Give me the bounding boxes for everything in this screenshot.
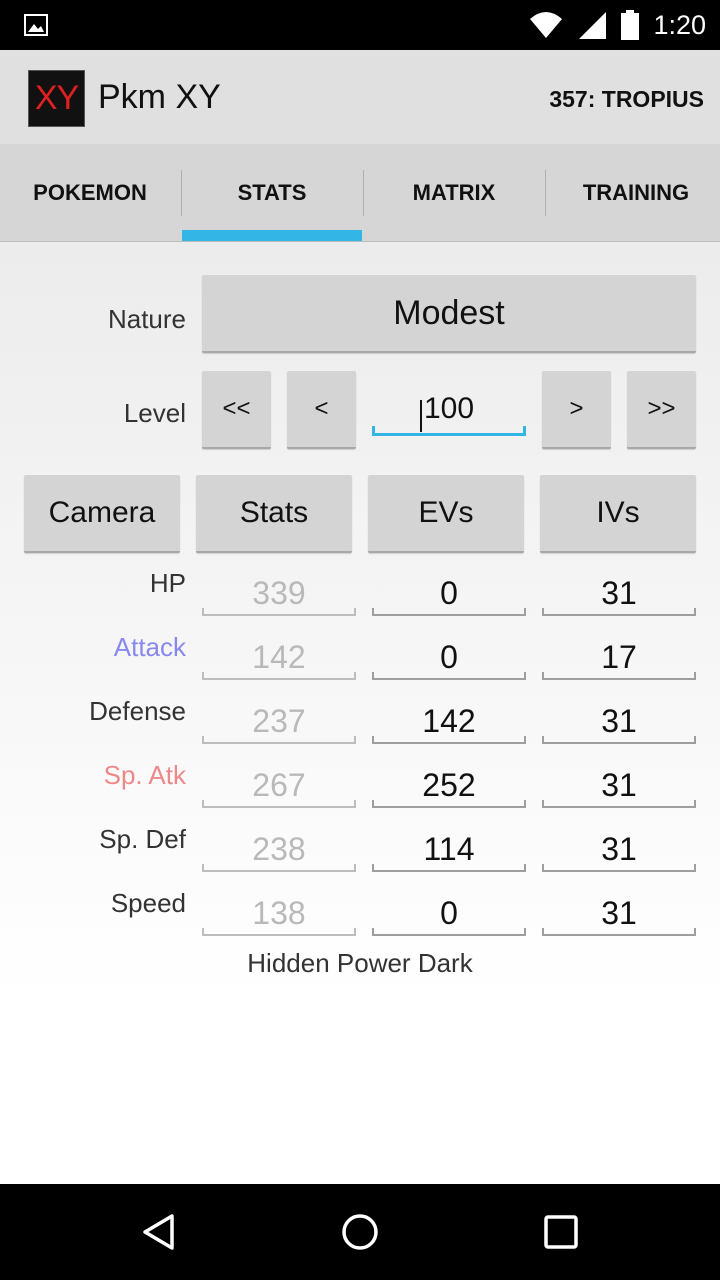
iv-input[interactable]: 31 bbox=[542, 568, 696, 616]
image-icon bbox=[24, 14, 48, 36]
level-min-button[interactable]: << bbox=[202, 371, 271, 449]
battery-icon bbox=[621, 10, 640, 40]
stat-value: 267 bbox=[202, 760, 356, 808]
stats-panel: Nature Modest Level << < 100 > >> Camera… bbox=[0, 242, 720, 1184]
stat-value: 138 bbox=[202, 888, 356, 936]
ev-input[interactable]: 0 bbox=[372, 632, 526, 680]
level-input[interactable]: 100 bbox=[372, 392, 526, 436]
level-increase-button[interactable]: > bbox=[542, 371, 611, 449]
ev-input[interactable]: 142 bbox=[372, 696, 526, 744]
hidden-power-text: Hidden Power Dark bbox=[247, 948, 473, 978]
status-bar: 1:20 bbox=[0, 0, 720, 50]
recents-icon[interactable] bbox=[541, 1212, 581, 1252]
stat-value: 238 bbox=[202, 824, 356, 872]
iv-input[interactable]: 31 bbox=[542, 760, 696, 808]
stats-button[interactable]: Stats bbox=[196, 475, 352, 553]
nature-button[interactable]: Modest bbox=[202, 275, 696, 353]
tab-bar: POKEMON STATS MATRIX TRAINING bbox=[0, 144, 720, 242]
stat-label: Speed bbox=[110, 888, 186, 918]
ev-input[interactable]: 252 bbox=[372, 760, 526, 808]
ev-input[interactable]: 0 bbox=[372, 568, 526, 616]
tab-selected-indicator bbox=[182, 230, 362, 241]
level-decrease-button[interactable]: < bbox=[287, 371, 356, 449]
stat-value: 142 bbox=[202, 632, 356, 680]
action-bar: XY Pkm XY 357: TROPIUS bbox=[0, 50, 720, 144]
text-caret bbox=[420, 400, 422, 432]
signal-icon bbox=[579, 12, 607, 39]
nature-label: Nature bbox=[107, 304, 186, 334]
iv-input[interactable]: 31 bbox=[542, 888, 696, 936]
navigation-bar bbox=[0, 1184, 720, 1280]
stat-value: 237 bbox=[202, 696, 356, 744]
iv-input[interactable]: 31 bbox=[542, 696, 696, 744]
ivs-button[interactable]: IVs bbox=[540, 475, 696, 553]
pokemon-name: 357: TROPIUS bbox=[549, 86, 704, 112]
app-title: Pkm XY bbox=[98, 78, 221, 116]
stat-label: Attack bbox=[113, 632, 186, 662]
wifi-icon bbox=[530, 12, 563, 38]
tab-training[interactable]: TRAINING bbox=[546, 144, 720, 242]
tab-pokemon[interactable]: POKEMON bbox=[0, 144, 180, 242]
level-value: 100 bbox=[423, 392, 475, 425]
stat-label: Defense bbox=[89, 696, 186, 726]
stat-label: HP bbox=[149, 568, 186, 598]
iv-input[interactable]: 31 bbox=[542, 824, 696, 872]
ev-input[interactable]: 114 bbox=[372, 824, 526, 872]
home-icon[interactable] bbox=[340, 1212, 380, 1252]
app-icon[interactable]: XY bbox=[28, 70, 85, 127]
camera-button[interactable]: Camera bbox=[24, 475, 180, 553]
tab-stats[interactable]: STATS bbox=[182, 144, 362, 242]
level-label: Level bbox=[123, 398, 186, 428]
stat-label: Sp. Def bbox=[99, 824, 186, 854]
iv-input[interactable]: 17 bbox=[542, 632, 696, 680]
app-icon-text: XY bbox=[34, 79, 79, 117]
back-icon[interactable] bbox=[140, 1212, 180, 1252]
status-time: 1:20 bbox=[653, 9, 706, 40]
tab-matrix[interactable]: MATRIX bbox=[364, 144, 544, 242]
ev-input[interactable]: 0 bbox=[372, 888, 526, 936]
stat-label: Sp. Atk bbox=[103, 760, 186, 790]
level-max-button[interactable]: >> bbox=[627, 371, 696, 449]
evs-button[interactable]: EVs bbox=[368, 475, 524, 553]
stat-value: 339 bbox=[202, 568, 356, 616]
